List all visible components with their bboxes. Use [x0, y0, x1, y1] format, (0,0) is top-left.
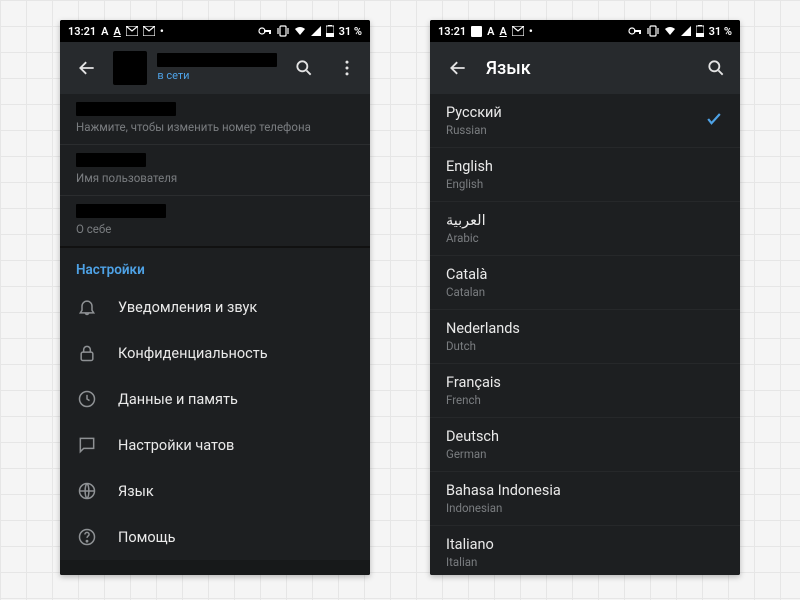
language-screen: 13:21 A A •: [430, 20, 740, 575]
key-icon: [628, 26, 642, 36]
lock-icon: [76, 342, 98, 364]
language-name: Nederlands: [446, 320, 520, 337]
menu-chat-settings[interactable]: Настройки чатов: [60, 422, 370, 468]
language-sub: Arabic: [446, 231, 486, 245]
search-button[interactable]: [698, 50, 734, 86]
page-title: Язык: [486, 58, 531, 79]
af-icon-2: A: [113, 25, 120, 38]
question-icon: [76, 526, 98, 548]
signal-icon: [681, 26, 691, 36]
language-name: English: [446, 158, 493, 175]
language-name: Français: [446, 374, 501, 391]
username-value-redacted: [76, 153, 146, 167]
menu-label: Помощь: [118, 529, 176, 546]
menu-notifications[interactable]: Уведомления и звук: [60, 284, 370, 330]
version-footer: Telegram для Android v5.8.0 (1626) arm64…: [60, 560, 370, 575]
language-item[interactable]: Nederlands Dutch: [430, 310, 740, 364]
search-button[interactable]: [287, 50, 320, 86]
check-icon: [704, 109, 724, 133]
af-icon-2: A: [499, 25, 506, 38]
online-status: в сети: [157, 69, 277, 82]
battery-pct: 31 %: [709, 25, 732, 38]
menu-privacy[interactable]: Конфиденциальность: [60, 330, 370, 376]
language-name: Bahasa Indonesia: [446, 482, 561, 499]
language-item[interactable]: العربية Arabic: [430, 202, 740, 256]
language-item[interactable]: Deutsch German: [430, 418, 740, 472]
menu-label: Язык: [118, 483, 154, 500]
language-list[interactable]: Русский Russian English English العربية Arabi…: [430, 94, 740, 575]
menu-label: Данные и память: [118, 391, 238, 408]
app-bar: Язык: [430, 42, 740, 94]
battery-icon: [696, 25, 704, 37]
wifi-icon: [664, 26, 676, 36]
language-sub: English: [446, 177, 493, 191]
vibrate-icon: [647, 25, 659, 37]
status-time: 13:21: [68, 25, 96, 38]
menu-help[interactable]: Помощь: [60, 514, 370, 560]
globe-icon: [76, 480, 98, 502]
language-sub: Russian: [446, 123, 502, 137]
screenshot-icon: [471, 26, 482, 37]
profile-name-redacted: [157, 53, 277, 67]
bio-field[interactable]: О себе: [60, 196, 370, 246]
key-icon: [258, 26, 272, 36]
battery-icon: [326, 25, 334, 37]
language-item[interactable]: Català Catalan: [430, 256, 740, 310]
more-dot-icon: •: [160, 25, 164, 38]
vibrate-icon: [277, 25, 289, 37]
bell-icon: [76, 296, 98, 318]
language-sub: Indonesian: [446, 501, 561, 515]
mail-icon-2: [143, 26, 155, 36]
menu-label: Уведомления и звук: [118, 299, 257, 316]
signal-icon: [311, 26, 321, 36]
language-sub: Italian: [446, 555, 494, 569]
af-icon: A: [101, 25, 108, 38]
back-button[interactable]: [70, 50, 103, 86]
language-item[interactable]: English English: [430, 148, 740, 202]
language-name: Català: [446, 266, 487, 283]
language-name: Deutsch: [446, 428, 499, 445]
phone-value-redacted: [76, 102, 176, 116]
bio-value-redacted: [76, 204, 166, 218]
af-icon: A: [487, 25, 494, 38]
phone-hint: Нажмите, чтобы изменить номер телефона: [76, 120, 354, 134]
language-item[interactable]: Français French: [430, 364, 740, 418]
language-name: Русский: [446, 104, 502, 121]
wifi-icon: [294, 26, 306, 36]
menu-label: Настройки чатов: [118, 437, 234, 454]
mail-icon: [126, 26, 138, 36]
username-field[interactable]: Имя пользователя: [60, 145, 370, 196]
language-item[interactable]: Bahasa Indonesia Indonesian: [430, 472, 740, 526]
language-sub: French: [446, 393, 501, 407]
status-bar: 13:21 A A •: [60, 20, 370, 42]
clock-icon: [76, 388, 98, 410]
more-button[interactable]: [331, 50, 364, 86]
language-item[interactable]: Русский Russian: [430, 94, 740, 148]
back-button[interactable]: [440, 50, 476, 86]
avatar[interactable]: [113, 51, 147, 85]
language-name: Italiano: [446, 536, 494, 553]
status-bar: 13:21 A A •: [430, 20, 740, 42]
language-item[interactable]: Italiano Italian: [430, 526, 740, 575]
menu-data[interactable]: Данные и память: [60, 376, 370, 422]
language-sub: Catalan: [446, 285, 487, 299]
app-bar: в сети: [60, 42, 370, 94]
more-dot-icon: •: [529, 25, 533, 38]
bio-hint: О себе: [76, 222, 354, 236]
menu-label: Конфиденциальность: [118, 345, 268, 362]
username-hint: Имя пользователя: [76, 171, 354, 185]
mail-icon: [512, 26, 524, 36]
chat-icon: [76, 434, 98, 456]
menu-language[interactable]: Язык: [60, 468, 370, 514]
battery-pct: 31 %: [339, 25, 362, 38]
settings-section-title: Настройки: [60, 248, 370, 284]
settings-screen: 13:21 A A •: [60, 20, 370, 575]
phone-field[interactable]: Нажмите, чтобы изменить номер телефона: [60, 94, 370, 145]
language-sub: Dutch: [446, 339, 520, 353]
language-name: العربية: [446, 212, 486, 229]
language-sub: German: [446, 447, 499, 461]
status-time: 13:21: [438, 25, 466, 38]
